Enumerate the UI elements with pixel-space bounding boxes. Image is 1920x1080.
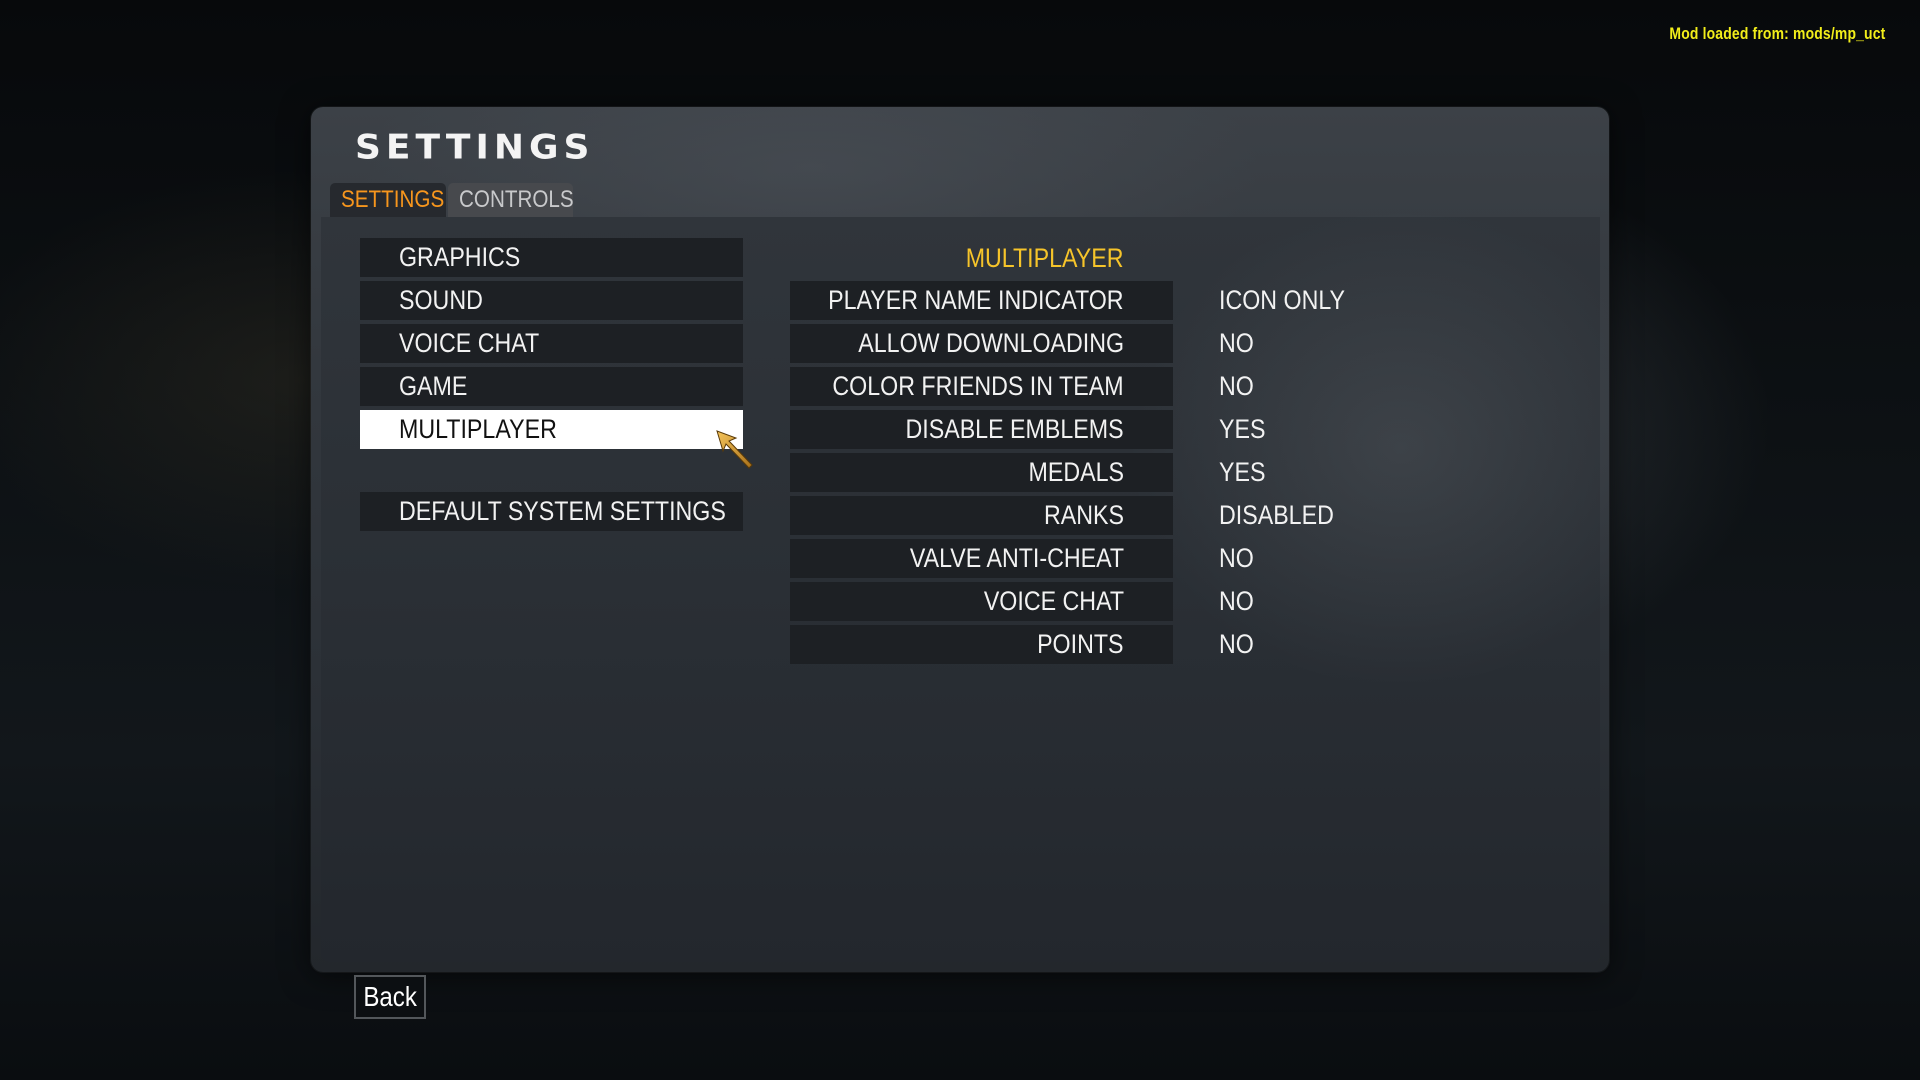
option-value-text: NO [1219, 629, 1254, 659]
menu-item-label: DEFAULT SYSTEM SETTINGS [399, 496, 726, 526]
option-value[interactable]: YES [1173, 457, 1273, 488]
option-color-friends-in-team[interactable]: COLOR FRIENDS IN TEAM NO [790, 367, 1366, 406]
option-value-text: NO [1219, 371, 1254, 401]
option-label: VALVE ANTI-CHEAT [790, 539, 1173, 578]
page-title: SETTINGS [355, 128, 595, 167]
tab-settings[interactable]: SETTINGS [330, 183, 446, 217]
option-label: MEDALS [790, 453, 1173, 492]
option-value[interactable]: NO [1173, 328, 1260, 359]
option-value[interactable]: DISABLED [1173, 500, 1353, 531]
option-ranks[interactable]: RANKS DISABLED [790, 496, 1366, 535]
option-label-text: MEDALS [1028, 457, 1124, 487]
default-system-settings-button[interactable]: DEFAULT SYSTEM SETTINGS [360, 492, 743, 531]
menu-item-label: GRAPHICS [399, 242, 521, 272]
option-label: POINTS [790, 625, 1173, 664]
option-label: RANKS [790, 496, 1173, 535]
option-value[interactable]: NO [1173, 371, 1260, 402]
multiplayer-options: PLAYER NAME INDICATOR ICON ONLY ALLOW DO… [790, 281, 1366, 668]
option-label-text: POINTS [1037, 629, 1124, 659]
option-value[interactable]: ICON ONLY [1173, 285, 1366, 316]
menu-item-sound[interactable]: SOUND [360, 281, 743, 320]
menu-item-game[interactable]: GAME [360, 367, 743, 406]
option-value[interactable]: NO [1173, 543, 1260, 574]
option-label: VOICE CHAT [790, 582, 1173, 621]
back-button[interactable]: Back [354, 975, 426, 1019]
settings-category-menu: GRAPHICS SOUND VOICE CHAT GAME MULTIPLAY… [360, 238, 743, 535]
option-value-text: DISABLED [1219, 500, 1334, 530]
option-points[interactable]: POINTS NO [790, 625, 1366, 664]
option-label: ALLOW DOWNLOADING [790, 324, 1173, 363]
section-title: MULTIPLAYER [790, 243, 1173, 274]
mod-loaded-notice: Mod loaded from: mods/mp_uct [1668, 24, 1885, 43]
option-voice-chat[interactable]: VOICE CHAT NO [790, 582, 1366, 621]
option-label: PLAYER NAME INDICATOR [790, 281, 1173, 320]
option-valve-anti-cheat[interactable]: VALVE ANTI-CHEAT NO [790, 539, 1366, 578]
option-label-text: VOICE CHAT [983, 586, 1124, 616]
option-value-text: ICON ONLY [1219, 285, 1346, 315]
tab-label: SETTINGS [341, 186, 445, 213]
option-value-text: NO [1219, 543, 1254, 573]
menu-item-multiplayer[interactable]: MULTIPLAYER [360, 410, 743, 449]
option-label-text: COLOR FRIENDS IN TEAM [832, 371, 1124, 401]
option-disable-emblems[interactable]: DISABLE EMBLEMS YES [790, 410, 1366, 449]
option-value[interactable]: NO [1173, 586, 1260, 617]
back-button-label: Back [363, 981, 417, 1012]
option-label-text: PLAYER NAME INDICATOR [828, 285, 1124, 315]
tab-controls[interactable]: CONTROLS [448, 183, 574, 217]
option-label-text: RANKS [1043, 500, 1124, 530]
menu-item-label: VOICE CHAT [399, 328, 540, 358]
option-medals[interactable]: MEDALS YES [790, 453, 1366, 492]
option-player-name-indicator[interactable]: PLAYER NAME INDICATOR ICON ONLY [790, 281, 1366, 320]
option-label-text: VALVE ANTI-CHEAT [909, 543, 1124, 573]
option-value-text: YES [1219, 457, 1266, 487]
tab-bar: SETTINGS CONTROLS [330, 183, 574, 217]
menu-item-label: GAME [399, 371, 468, 401]
option-allow-downloading[interactable]: ALLOW DOWNLOADING NO [790, 324, 1366, 363]
option-value[interactable]: YES [1173, 414, 1273, 445]
option-label: COLOR FRIENDS IN TEAM [790, 367, 1173, 406]
menu-item-label: SOUND [399, 285, 483, 315]
menu-item-voice-chat[interactable]: VOICE CHAT [360, 324, 743, 363]
option-value[interactable]: NO [1173, 629, 1260, 660]
menu-item-graphics[interactable]: GRAPHICS [360, 238, 743, 277]
menu-item-label: MULTIPLAYER [399, 414, 557, 444]
option-label-text: DISABLE EMBLEMS [905, 414, 1124, 444]
settings-content: GRAPHICS SOUND VOICE CHAT GAME MULTIPLAY… [321, 217, 1600, 962]
option-value-text: NO [1219, 328, 1254, 358]
option-label-text: ALLOW DOWNLOADING [858, 328, 1124, 358]
section-title-text: MULTIPLAYER [966, 243, 1124, 273]
option-value-text: NO [1219, 586, 1254, 616]
option-value-text: YES [1219, 414, 1266, 444]
tab-label: CONTROLS [459, 186, 574, 213]
settings-panel: SETTINGS SETTINGS CONTROLS GRAPHICS SOUN… [311, 107, 1609, 972]
option-label: DISABLE EMBLEMS [790, 410, 1173, 449]
